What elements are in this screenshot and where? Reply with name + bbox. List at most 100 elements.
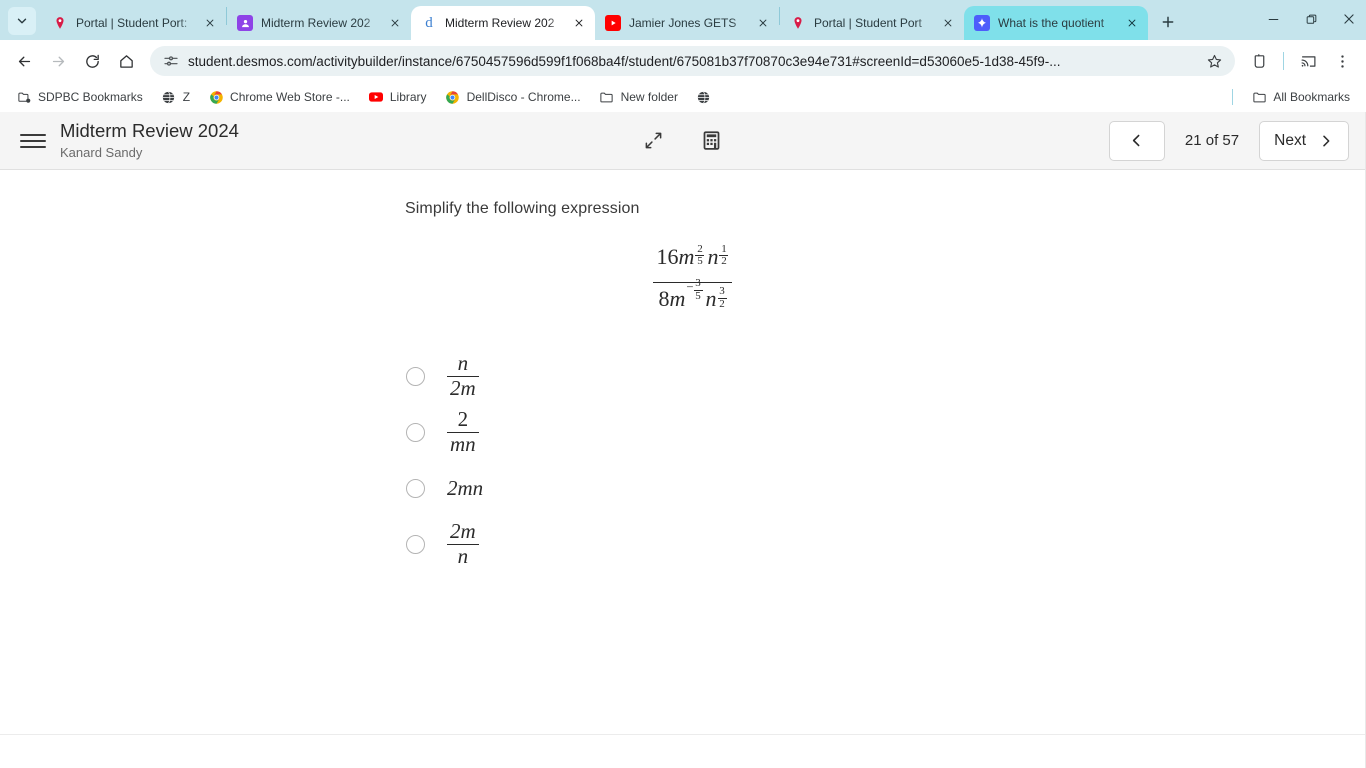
restore-icon [1306, 14, 1316, 24]
browser-tab-highlighted[interactable]: What is the quotient [964, 6, 1148, 40]
answer-choice-d-math: 2m n [447, 520, 479, 568]
bookmark-item[interactable]: Library [360, 85, 435, 109]
plus-icon [1162, 16, 1174, 28]
tab-close-button[interactable] [1122, 13, 1142, 33]
forward-arrow-icon [52, 56, 64, 66]
forward-button[interactable] [42, 45, 74, 77]
answer-choice-b[interactable]: 2 mn [405, 404, 1105, 460]
tab-close-button[interactable] [938, 13, 958, 33]
new-tab-button[interactable] [1154, 8, 1182, 36]
toolbar-right-actions [1243, 45, 1358, 77]
all-bookmarks-label: All Bookmarks [1273, 90, 1350, 104]
tab-title: Portal | Student Port: [76, 16, 188, 30]
reload-icon [85, 54, 99, 68]
answer-choice-d[interactable]: 2m n [405, 516, 1105, 572]
next-screen-button[interactable]: Next [1259, 120, 1349, 161]
close-window-button[interactable] [1338, 8, 1360, 30]
purple-person-icon [237, 15, 253, 31]
bookmark-item[interactable]: DellDisco - Chrome... [437, 85, 589, 109]
minimize-icon [1268, 18, 1278, 20]
denominator-base-2: n [705, 286, 717, 312]
address-bar[interactable]: student.desmos.com/activitybuilder/insta… [150, 46, 1235, 76]
exp-denominator: 2 [721, 255, 727, 268]
gemini-icon [974, 15, 990, 31]
header-tools [639, 126, 727, 156]
radio-button-b[interactable] [406, 422, 425, 442]
all-bookmarks-area: All Bookmarks [1232, 85, 1358, 109]
exp-numerator: 3 [695, 277, 701, 290]
youtube-icon [368, 89, 384, 105]
expression-denominator: 8m − 3 5 n 3 2 [654, 278, 730, 322]
browser-tab[interactable]: Jamier Jones GETS [595, 6, 779, 40]
extensions-button[interactable] [1243, 45, 1275, 77]
home-button[interactable] [110, 45, 142, 77]
close-icon [391, 19, 399, 27]
chrome-icon [208, 89, 224, 105]
tab-search-button[interactable] [8, 7, 36, 35]
bookmark-label: Library [389, 90, 427, 104]
radio-button-d[interactable] [406, 534, 425, 554]
reload-button[interactable] [76, 45, 108, 77]
globe-icon [161, 89, 177, 105]
bookmark-item[interactable]: New folder [591, 85, 686, 109]
radio-button-a[interactable] [406, 366, 425, 386]
cast-button[interactable] [1292, 45, 1324, 77]
tab-close-button[interactable] [753, 13, 773, 33]
chrome-icon [445, 89, 461, 105]
numerator-exponent-2: 1 2 [719, 243, 729, 268]
bookmark-item[interactable]: Chrome Web Store -... [200, 85, 358, 109]
answer-choice-c[interactable]: 2mn [405, 460, 1105, 516]
expression-numerator: 16 m 2 5 n 1 2 [653, 243, 733, 282]
activity-header: Midterm Review 2024 Kanard Sandy 21 of 5… [0, 112, 1365, 170]
bookmark-star-button[interactable] [1201, 48, 1227, 74]
next-label: Next [1274, 131, 1306, 149]
expand-button[interactable] [639, 126, 669, 156]
math-expression: 16 m 2 5 n 1 2 8 m − 3 5 n 3 2 [280, 243, 1105, 322]
chevron-left-icon [1133, 134, 1140, 147]
all-bookmarks-button[interactable]: All Bookmarks [1243, 85, 1358, 109]
folder-icon [599, 89, 615, 105]
tab-close-button[interactable] [385, 13, 405, 33]
window-controls [1262, 8, 1360, 30]
tab-title: Jamier Jones GETS [629, 16, 737, 30]
radio-button-c[interactable] [406, 478, 425, 498]
back-arrow-icon [18, 56, 30, 66]
activity-title-block: Midterm Review 2024 Kanard Sandy [60, 119, 239, 161]
tab-close-button[interactable] [200, 13, 220, 33]
maximize-button[interactable] [1300, 8, 1322, 30]
bookmarks-divider [1232, 89, 1234, 105]
tab-list: Portal | Student Port: Midterm Review 20… [42, 0, 1148, 40]
minimize-button[interactable] [1262, 8, 1284, 30]
cast-icon [1301, 55, 1315, 67]
exp-denominator: 5 [695, 290, 701, 302]
chrome-browser-window: Portal | Student Port: Midterm Review 20… [0, 0, 1366, 768]
bookmark-item[interactable]: Z [153, 85, 198, 109]
bookmark-item[interactable] [688, 85, 726, 109]
chrome-menu-button[interactable] [1326, 45, 1358, 77]
screen-counter: 21 of 57 [1184, 132, 1240, 149]
desmos-d-icon: d [425, 15, 433, 31]
bookmark-item[interactable]: SDPBC Bookmarks [8, 85, 151, 109]
bookmark-label: Chrome Web Store -... [230, 90, 350, 104]
answer-choice-a[interactable]: n 2m [405, 348, 1105, 404]
desmos-activity-page: Midterm Review 2024 Kanard Sandy 21 of 5… [0, 112, 1366, 768]
tab-close-button[interactable] [569, 13, 589, 33]
browser-tab[interactable]: Portal | Student Port [780, 6, 964, 40]
activity-menu-button[interactable] [16, 124, 50, 158]
tab-strip: Portal | Student Port: Midterm Review 20… [0, 0, 1366, 40]
bookmark-label: SDPBC Bookmarks [38, 90, 143, 104]
bookmarks-bar: SDPBC Bookmarks Z Chrome Web Store -... … [0, 82, 1366, 112]
previous-screen-button[interactable] [1108, 120, 1165, 161]
portal-pin-icon [790, 15, 806, 31]
tab-title: Portal | Student Port [814, 16, 922, 30]
calculator-icon [703, 131, 720, 150]
browser-tab[interactable]: Midterm Review 202 [227, 6, 411, 40]
calculator-button[interactable] [697, 126, 727, 156]
site-settings-icon[interactable] [162, 52, 180, 70]
choice-d-numerator: 2m [450, 519, 476, 544]
answer-choice-c-math: 2mn [447, 475, 484, 500]
back-button[interactable] [8, 45, 40, 77]
browser-tab[interactable]: Portal | Student Port: [42, 6, 226, 40]
browser-tab-active[interactable]: d Midterm Review 202 [411, 6, 595, 40]
close-icon [944, 19, 952, 27]
